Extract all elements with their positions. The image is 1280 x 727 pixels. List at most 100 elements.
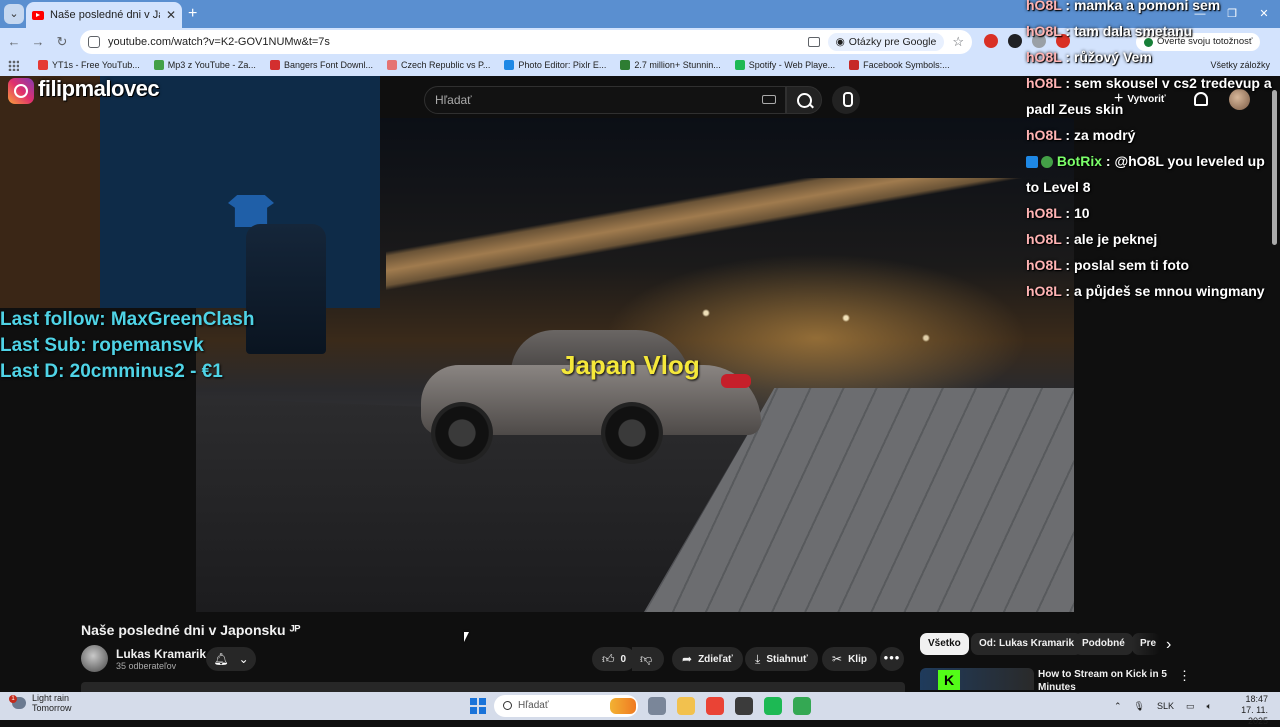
- chat-text: : mamka a pomoni sem: [1061, 0, 1221, 13]
- reload-icon[interactable]: ↻: [54, 34, 70, 50]
- back-arrow-icon[interactable]: ←: [6, 34, 22, 50]
- car-tail-light: [721, 374, 751, 388]
- bookmark-item[interactable]: Czech Republic vs P...: [386, 60, 491, 70]
- description-box[interactable]: [81, 682, 905, 692]
- chip-for-you[interactable]: Pre: [1132, 633, 1160, 655]
- recommended-more-icon[interactable]: ⋮: [1178, 668, 1191, 684]
- weather-subtitle: Tomorrow: [32, 703, 72, 713]
- chrome-active-icon[interactable]: [793, 697, 811, 715]
- verified-check-icon: [1041, 156, 1053, 169]
- chat-username[interactable]: hO8L: [1026, 23, 1062, 39]
- bookmark-item[interactable]: YT1s - Free YouTub...: [38, 60, 140, 70]
- bookmark-item[interactable]: Mp3 z YouTube - Za...: [153, 60, 256, 70]
- bookmark-label: Photo Editor: Pixlr E...: [518, 60, 607, 70]
- webcam-gaming-chair: [246, 224, 326, 354]
- forward-arrow-icon[interactable]: →: [30, 34, 46, 50]
- bookmark-favicon-icon: [734, 60, 745, 70]
- webcam-feed: [0, 76, 380, 354]
- tab-search-button[interactable]: ⌄: [4, 4, 24, 24]
- taskbar-clock[interactable]: 18:47 17. 11. 2025: [1222, 694, 1268, 727]
- cast-icon[interactable]: [807, 37, 820, 47]
- youtube-search-input[interactable]: Hľadať: [424, 86, 786, 114]
- bookmark-favicon-icon: [269, 60, 280, 70]
- channel-avatar[interactable]: [81, 645, 108, 672]
- chat-username[interactable]: hO8L: [1026, 257, 1062, 273]
- video-title: Naše posledné dni v Japonsku ᴶᴾ: [81, 622, 301, 638]
- bookmark-item[interactable]: 2.7 million+ Stunnin...: [620, 60, 721, 70]
- chat-username[interactable]: hO8L: [1026, 75, 1062, 91]
- address-bar[interactable]: youtube.com/watch?v=K2-GOV1NUMw&t=7s ◉ O…: [80, 30, 972, 54]
- active-tab[interactable]: Naše posledné dni v Japonsku ✕: [26, 2, 182, 28]
- keyboard-icon[interactable]: [762, 95, 776, 104]
- clip-button[interactable]: ✂ Klip: [822, 647, 877, 671]
- youtube-favicon-icon: [32, 10, 44, 20]
- download-button[interactable]: ⤓ Stiahnuť: [745, 647, 818, 671]
- chat-text: : poslal sem ti foto: [1061, 257, 1190, 273]
- tab-close-icon[interactable]: ✕: [166, 8, 176, 22]
- video-overlay-title: Japan Vlog: [561, 350, 700, 380]
- chat-username[interactable]: BotRix: [1057, 153, 1102, 169]
- more-actions-button[interactable]: •••: [880, 647, 904, 671]
- bookmark-label: Spotify - Web Playe...: [748, 60, 836, 70]
- search-icon[interactable]: [786, 86, 822, 114]
- chip-related[interactable]: Podobné: [1074, 633, 1133, 655]
- volume-icon[interactable]: 🔈︎: [1207, 701, 1212, 712]
- bookmark-favicon-icon: [620, 60, 631, 70]
- bookmark-item[interactable]: Bangers Font Downl...: [269, 60, 373, 70]
- chevron-right-icon[interactable]: ›: [1166, 636, 1171, 654]
- chat-username[interactable]: hO8L: [1026, 49, 1062, 65]
- site-info-icon[interactable]: [88, 36, 100, 48]
- car-wheel: [601, 402, 663, 464]
- search-highlight-icon[interactable]: [610, 698, 636, 714]
- url-text[interactable]: youtube.com/watch?v=K2-GOV1NUMw&t=7s: [108, 36, 800, 48]
- page-scrollbar[interactable]: [1270, 90, 1278, 680]
- scrollbar-thumb[interactable]: [1272, 90, 1277, 245]
- google-questions-button[interactable]: ◉ Otázky pre Google: [827, 33, 945, 51]
- bookmark-item[interactable]: Photo Editor: Pixlr E...: [504, 60, 606, 70]
- recommended-title[interactable]: How to Stream on Kick in 5 Minutes: [1038, 668, 1168, 690]
- chrome-icon[interactable]: [706, 697, 724, 715]
- extension-dark-icon[interactable]: [1008, 34, 1022, 48]
- chat-username[interactable]: hO8L: [1026, 0, 1062, 13]
- extension-red-icon[interactable]: [984, 34, 998, 48]
- task-view-icon[interactable]: [648, 697, 666, 715]
- network-icon[interactable]: ▭: [1186, 701, 1195, 712]
- subscription-bell-button[interactable]: 🔔︎ ⌄: [206, 647, 256, 671]
- bookmark-favicon-icon: [386, 60, 397, 70]
- microphone-tray-icon[interactable]: 🎙︎: [1134, 701, 1145, 712]
- dislike-button[interactable]: 👎︎: [632, 647, 664, 671]
- bookmark-label: Czech Republic vs P...: [400, 60, 491, 70]
- chat-username[interactable]: hO8L: [1026, 205, 1062, 221]
- chat-username[interactable]: hO8L: [1026, 283, 1062, 299]
- language-indicator[interactable]: SLK: [1157, 701, 1174, 711]
- channel-name[interactable]: Lukas Kramarik: [116, 647, 206, 661]
- chat-username[interactable]: hO8L: [1026, 231, 1062, 247]
- share-arrow-icon: ➦: [682, 652, 693, 666]
- windows-start-icon[interactable]: [470, 698, 486, 714]
- file-explorer-icon[interactable]: [677, 697, 695, 715]
- stream-chat-overlay: hO8L : mamka a pomoni sem hO8L : tam dala…: [1026, 0, 1280, 304]
- share-button[interactable]: ➦ Zdieľať: [672, 647, 743, 671]
- bookmark-item[interactable]: Facebook Symbols:...: [849, 60, 950, 70]
- microphone-icon[interactable]: [832, 86, 860, 114]
- chip-from-channel[interactable]: Od: Lukas Kramarik: [971, 633, 1083, 655]
- obs-icon[interactable]: [735, 697, 753, 715]
- chat-message: hO8L : tam dala smetanu: [1026, 18, 1280, 44]
- download-icon: ⤓: [755, 651, 761, 666]
- chat-text: : za modrý: [1061, 127, 1136, 143]
- bookmark-star-icon[interactable]: ☆: [952, 34, 964, 50]
- chat-username[interactable]: hO8L: [1026, 127, 1062, 143]
- thumbs-up-icon: 👍︎: [602, 651, 615, 666]
- chat-text: : ale je peknej: [1061, 231, 1158, 247]
- weather-widget[interactable]: 1 Light rain Tomorrow: [9, 693, 72, 713]
- apps-grid-icon[interactable]: [8, 60, 19, 71]
- system-tray: ⌃ 🎙︎ SLK ▭ 🔈︎: [1114, 692, 1212, 720]
- tray-overflow-icon[interactable]: ⌃: [1114, 701, 1122, 712]
- chip-all[interactable]: Všetko: [920, 633, 969, 655]
- bookmark-favicon-icon: [38, 60, 48, 70]
- like-button[interactable]: 👍︎ 0: [592, 647, 637, 671]
- instagram-icon: [8, 78, 34, 104]
- spotify-icon[interactable]: [764, 697, 782, 715]
- new-tab-button[interactable]: +: [188, 5, 197, 23]
- bookmark-item[interactable]: Spotify - Web Playe...: [734, 60, 836, 70]
